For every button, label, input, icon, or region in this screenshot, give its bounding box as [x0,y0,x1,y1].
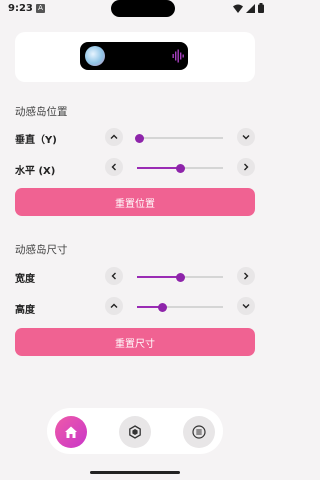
height-slider[interactable] [137,303,223,312]
battery-icon [258,3,264,13]
chevron-left-icon [111,163,116,171]
hexagon-box-icon [129,425,141,439]
gesture-bar [90,471,180,474]
width-decrease-button[interactable] [105,267,123,285]
chevron-down-icon [242,135,250,140]
reset-position-button[interactable]: 重置位置 [15,188,255,216]
status-bar: 9:23 A [0,0,270,18]
horizontal-label: 水平 (X) [15,166,56,177]
album-art-icon [85,46,105,66]
vertical-up-button[interactable] [105,128,123,146]
size-section-title: 动感岛尺寸 [15,244,68,256]
width-slider-fill [137,276,181,278]
width-label: 宽度 [15,274,35,285]
width-slider-thumb[interactable] [176,273,186,282]
width-increase-button[interactable] [237,267,255,285]
height-down-button[interactable] [237,297,255,315]
chevron-down-icon [242,304,250,309]
home-icon [65,426,77,438]
audio-waveform-icon [172,49,184,63]
reset-size-button[interactable]: 重置尺寸 [15,328,255,356]
nav-menu-button[interactable] [183,416,215,448]
vertical-label: 垂直（Y) [15,135,57,146]
horizontal-slider[interactable] [137,164,223,173]
list-circle-icon [192,425,206,439]
horizontal-slider-fill [137,167,181,169]
vertical-slider-thumb[interactable] [135,134,145,143]
camera-cutout [111,0,175,17]
height-label: 高度 [15,305,35,316]
chevron-up-icon [110,303,118,308]
notification-icon: A [36,4,45,13]
chevron-right-icon [244,163,249,171]
vertical-down-button[interactable] [237,128,255,146]
height-up-button[interactable] [105,297,123,315]
horizontal-slider-thumb[interactable] [176,164,186,173]
height-slider-thumb[interactable] [158,303,168,312]
nav-home-button[interactable] [55,416,87,448]
wifi-icon [233,4,243,13]
horizontal-left-button[interactable] [105,158,123,176]
vertical-slider[interactable] [135,134,223,143]
chevron-left-icon [111,272,116,280]
position-section-title: 动感岛位置 [15,106,68,118]
signal-icon [246,3,255,13]
status-time: 9:23 [8,3,33,14]
width-slider[interactable] [137,273,223,282]
horizontal-right-button[interactable] [237,158,255,176]
chevron-right-icon [244,272,249,280]
chevron-up-icon [110,134,118,139]
status-icons [233,3,264,13]
nav-island-button[interactable] [119,416,151,448]
